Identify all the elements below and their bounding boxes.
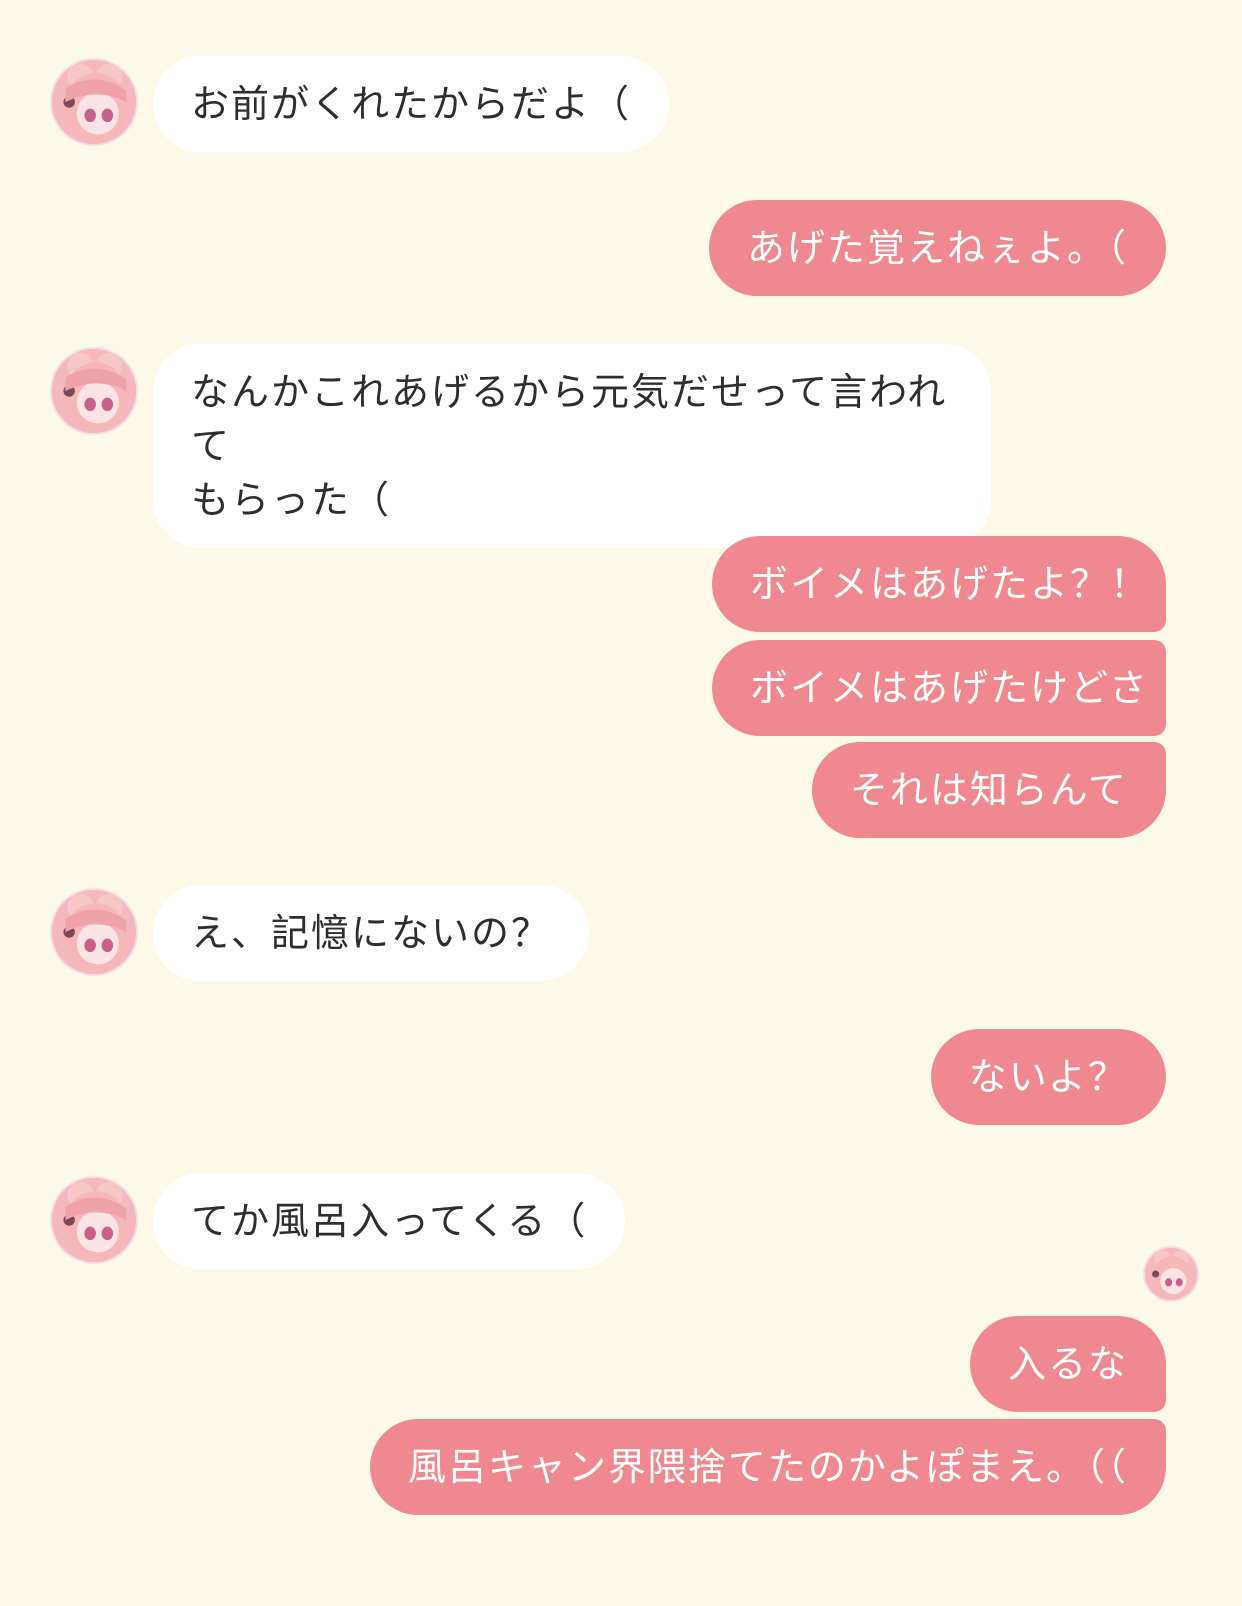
message-text: 入るな [1007, 1342, 1128, 1386]
message-text: それは知らんて [849, 768, 1128, 812]
message-text: ボイメはあげたよ？！ [750, 562, 1151, 606]
message-bubble-incoming[interactable]: なんかこれあげるから元気だせって言われて もらった（ [153, 344, 991, 548]
contact-avatar-icon[interactable] [50, 888, 138, 976]
message-text: え、記憶にないの？ [191, 911, 552, 955]
message-text: てか風呂入ってくる（ [191, 1199, 588, 1243]
message-bubble-outgoing[interactable]: ないよ？ [930, 1029, 1166, 1125]
message-bubble-outgoing[interactable]: ボイメはあげたよ？！ [712, 536, 1166, 632]
message-bubble-outgoing[interactable]: 風呂キャン界隈捨てたのかよぽまえ。（（ [369, 1419, 1166, 1515]
message-bubble-incoming[interactable]: お前がくれたからだよ（ [153, 56, 670, 152]
message-bubble-outgoing[interactable]: あげた覚えねぇよ。（ [708, 200, 1166, 296]
message-text: お前がくれたからだよ（ [191, 82, 632, 126]
contact-avatar-icon[interactable] [50, 347, 138, 435]
read-receipt-avatar-icon [1143, 1246, 1199, 1302]
message-text: 風呂キャン界隈捨てたのかよぽまえ。（（ [407, 1445, 1128, 1489]
message-text-line: もらった（ [191, 478, 392, 522]
message-bubble-outgoing[interactable]: 入るな [969, 1316, 1166, 1412]
contact-avatar-icon[interactable] [50, 1176, 138, 1264]
contact-avatar-icon[interactable] [50, 58, 138, 146]
message-bubble-outgoing[interactable]: それは知らんて [811, 742, 1166, 838]
chat-thread: お前がくれたからだよ（ あげた覚えねぇよ。（ なんかこれあげるから元気だせって言… [0, 0, 1242, 1606]
message-text: ボイメはあげたけどさ [750, 666, 1149, 710]
message-bubble-incoming[interactable]: え、記憶にないの？ [153, 885, 590, 981]
message-text-line: なんかこれあげるから元気だせって言われて [191, 370, 948, 468]
message-bubble-outgoing[interactable]: ボイメはあげたけどさ [712, 640, 1166, 736]
message-text: あげた覚えねぇよ。（ [746, 226, 1128, 270]
message-text: ないよ？ [968, 1055, 1128, 1099]
message-bubble-incoming[interactable]: てか風呂入ってくる（ [153, 1173, 626, 1269]
